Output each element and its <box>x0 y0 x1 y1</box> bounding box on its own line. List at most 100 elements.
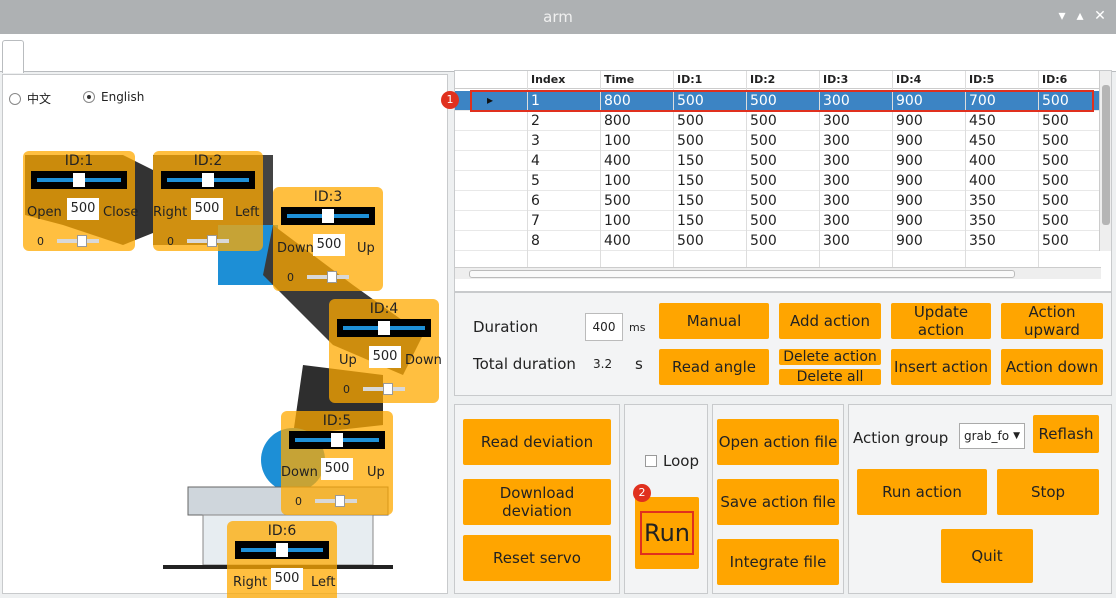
table-cell: 350 <box>969 233 996 249</box>
column-header-id5[interactable]: ID:5 <box>969 73 994 86</box>
reflash-button[interactable]: Reflash <box>1033 415 1099 453</box>
servo-3-slider[interactable] <box>281 207 375 225</box>
table-cell: 3 <box>531 133 540 149</box>
close-icon[interactable]: ✕ <box>1092 8 1108 24</box>
table-cell: 300 <box>823 113 850 129</box>
servo-2-mini-slider[interactable] <box>187 235 229 247</box>
servo-2-slider[interactable] <box>161 171 255 189</box>
servo-6-slider[interactable] <box>235 541 329 559</box>
window-client: 中文 English ID:1 Open 500 Close 0 ID:2 Ri… <box>0 34 1116 598</box>
read-deviation-button[interactable]: Read deviation <box>463 419 611 465</box>
column-header-id3[interactable]: ID:3 <box>823 73 848 86</box>
tab-main[interactable] <box>2 40 24 73</box>
table-cell: 7 <box>531 213 540 229</box>
run-action-button[interactable]: Run action <box>857 469 987 515</box>
insert-action-button[interactable]: Insert action <box>891 349 991 385</box>
servo-4-right-label: Down <box>405 353 442 368</box>
table-cell: 500 <box>750 233 777 249</box>
servo-5-mini-slider[interactable] <box>315 495 357 507</box>
column-header-time[interactable]: Time <box>604 73 634 86</box>
read-angle-button[interactable]: Read angle <box>659 349 769 385</box>
servo-1-slider[interactable] <box>31 171 127 189</box>
servo-5-slider[interactable] <box>289 431 385 449</box>
download-deviation-button[interactable]: Download deviation <box>463 479 611 525</box>
integrate-file-button[interactable]: Integrate file <box>717 539 839 585</box>
table-cell: 500 <box>604 193 631 209</box>
action-upward-button[interactable]: Action upward <box>1001 303 1103 339</box>
column-header-id2[interactable]: ID:2 <box>750 73 775 86</box>
servo-3-min: 0 <box>287 271 294 284</box>
table-cell: 400 <box>969 153 996 169</box>
servo-1-min: 0 <box>37 235 44 248</box>
servo-5-value[interactable]: 500 <box>321 458 353 480</box>
table-cell: 400 <box>604 233 631 249</box>
servo-4-slider[interactable] <box>337 319 431 337</box>
delete-action-button[interactable]: Delete action <box>779 349 881 365</box>
table-row[interactable]: 3 100 500 500 300 900 450 500 <box>455 131 1101 151</box>
table-cell: 500 <box>1042 133 1069 149</box>
update-action-button[interactable]: Update action <box>891 303 991 339</box>
servo-1-value[interactable]: 500 <box>67 198 99 220</box>
column-header-id1[interactable]: ID:1 <box>677 73 702 86</box>
horizontal-scroll-thumb[interactable] <box>469 270 1015 278</box>
servo-1-mini-slider[interactable] <box>57 235 99 247</box>
table-cell: 450 <box>969 113 996 129</box>
action-down-button[interactable]: Action down <box>1001 349 1103 385</box>
table-vertical-scrollbar[interactable] <box>1099 71 1111 251</box>
table-cell: 500 <box>677 113 704 129</box>
servo-2-slider-handle[interactable] <box>202 173 214 187</box>
minimize-icon[interactable]: ▾ <box>1054 8 1070 24</box>
duration-input[interactable]: 400 <box>585 313 623 341</box>
servo-1-left-label: Open <box>27 205 62 220</box>
servo-3-mini-slider[interactable] <box>307 271 349 283</box>
table-cell: 900 <box>896 233 923 249</box>
servo-4-value[interactable]: 500 <box>369 346 401 368</box>
servo-3-left-label: Down <box>277 241 314 256</box>
table-cell: 900 <box>896 153 923 169</box>
quit-button[interactable]: Quit <box>941 529 1033 583</box>
servo-1-slider-handle[interactable] <box>73 173 85 187</box>
annotation-marker-1: 1 <box>441 91 459 109</box>
table-cell: 300 <box>823 173 850 189</box>
table-row[interactable]: 4 400 150 500 300 900 400 500 <box>455 151 1101 171</box>
stop-button[interactable]: Stop <box>997 469 1099 515</box>
delete-all-button[interactable]: Delete all <box>779 369 881 385</box>
table-row[interactable]: 5 100 150 500 300 900 400 500 <box>455 171 1101 191</box>
run-button[interactable]: Run <box>635 497 699 569</box>
reset-servo-button[interactable]: Reset servo <box>463 535 611 581</box>
table-cell: 500 <box>1042 173 1069 189</box>
servo-3-value[interactable]: 500 <box>313 234 345 256</box>
table-cell: 900 <box>896 213 923 229</box>
file-controls: Open action file Save action file Integr… <box>712 404 844 594</box>
table-row[interactable]: 6 500 150 500 300 900 350 500 <box>455 191 1101 211</box>
table-row[interactable]: 8 400 500 500 300 900 350 500 <box>455 231 1101 251</box>
chevron-down-icon: ▼ <box>1013 431 1020 441</box>
save-action-file-button[interactable]: Save action file <box>717 479 839 525</box>
servo-6-right-label: Left <box>311 575 336 590</box>
open-action-file-button[interactable]: Open action file <box>717 419 839 465</box>
vertical-scroll-thumb[interactable] <box>1102 85 1110 225</box>
table-row[interactable]: 7 100 150 500 300 900 350 500 <box>455 211 1101 231</box>
table-horizontal-scrollbar[interactable] <box>455 267 1101 279</box>
manual-button[interactable]: Manual <box>659 303 769 339</box>
servo-3-slider-handle[interactable] <box>322 209 334 223</box>
table-row[interactable]: 2 800 500 500 300 900 450 500 <box>455 111 1101 131</box>
column-header-id6[interactable]: ID:6 <box>1042 73 1067 86</box>
restore-icon[interactable]: ▴ <box>1072 8 1088 24</box>
servo-4-slider-handle[interactable] <box>378 321 390 335</box>
action-group-select[interactable]: grab_fo ▼ <box>959 423 1025 449</box>
servo-6-slider-handle[interactable] <box>276 543 288 557</box>
column-header-index[interactable]: Index <box>531 73 565 86</box>
add-action-button[interactable]: Add action <box>779 303 881 339</box>
servo-6-value[interactable]: 500 <box>271 568 303 590</box>
column-header-id4[interactable]: ID:4 <box>896 73 921 86</box>
servo-5-slider-handle[interactable] <box>331 433 343 447</box>
servo-4-mini-slider[interactable] <box>363 383 405 395</box>
duration-label: Duration <box>473 318 539 336</box>
servo-6-id: ID:6 <box>267 523 297 539</box>
servo-2-value[interactable]: 500 <box>191 198 223 220</box>
action-group-label: Action group <box>853 429 949 447</box>
table-cell: 150 <box>677 153 704 169</box>
loop-checkbox[interactable] <box>645 455 657 467</box>
table-cell: 300 <box>823 213 850 229</box>
